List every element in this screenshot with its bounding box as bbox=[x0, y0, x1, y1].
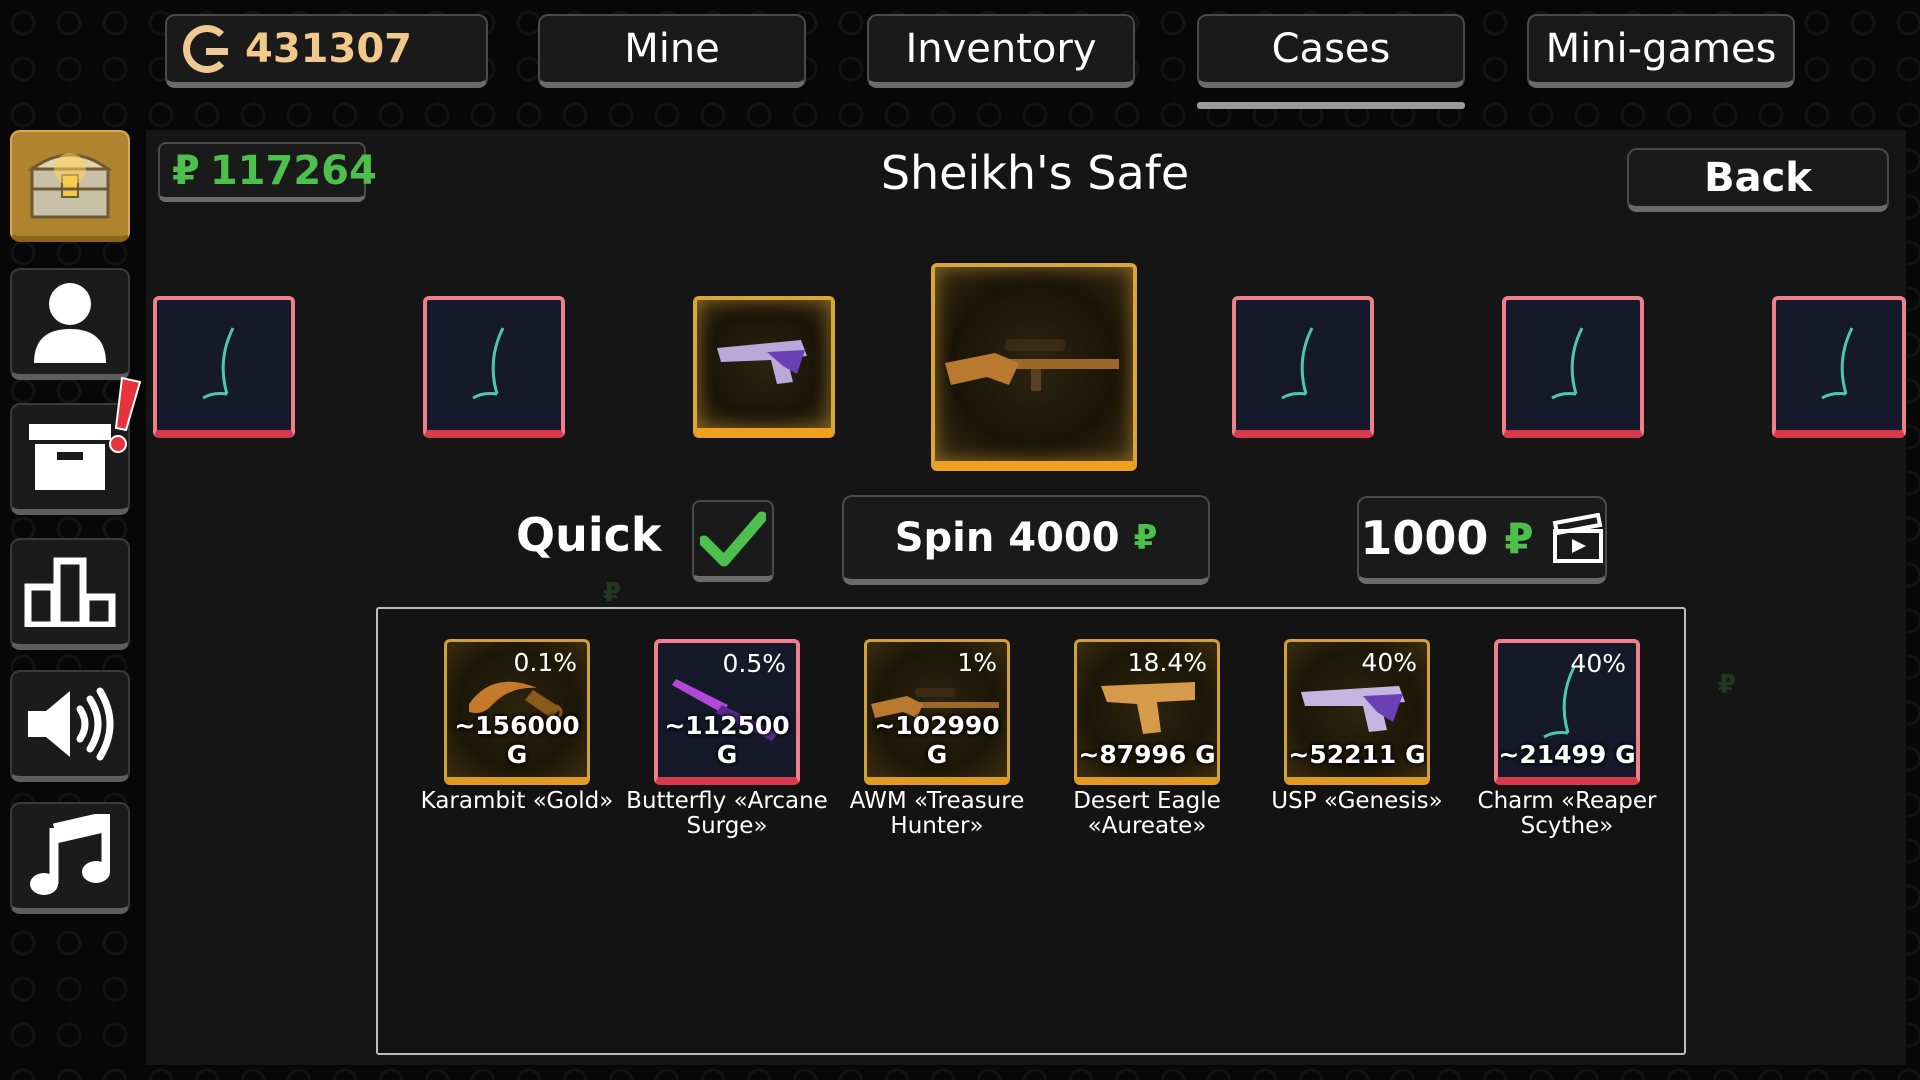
sniper-rifle-icon bbox=[945, 339, 1119, 391]
scythe-charm-icon bbox=[472, 327, 505, 400]
drop-price: ~21499 G bbox=[1498, 740, 1636, 769]
drop-price: ~102990 G bbox=[867, 711, 1007, 769]
checkmark-icon bbox=[700, 511, 766, 567]
p-currency-icon: ₽ bbox=[1504, 513, 1534, 563]
drop-price: ~156000 G bbox=[447, 711, 587, 769]
g-currency-icon: G bbox=[716, 740, 738, 769]
drop-name: Butterfly «Arcane Surge» bbox=[626, 788, 828, 839]
drop-price: ~87996 G bbox=[1077, 740, 1217, 769]
ad-reward-amount: 1000 bbox=[1360, 511, 1489, 565]
drop-chance: 0.1% bbox=[513, 648, 577, 677]
clapperboard-icon bbox=[1552, 513, 1603, 563]
crate-icon bbox=[29, 424, 111, 490]
leaderboard-icon bbox=[24, 557, 116, 627]
drop-card: 0.5% ~112500 G bbox=[654, 639, 800, 785]
drop-card: 1% ~102990 G bbox=[864, 639, 1010, 785]
pistol-icon bbox=[717, 340, 807, 384]
case-contents: 0.1% ~156000 G Karambit «Gold» 0.5% ~112… bbox=[376, 607, 1686, 1055]
drop-price-value: ~52211 bbox=[1288, 740, 1397, 769]
drop-price: ~52211 G bbox=[1287, 740, 1427, 769]
sidebar-item-profile[interactable] bbox=[10, 268, 130, 380]
sound-icon bbox=[28, 687, 114, 761]
p-currency-icon: ₽ bbox=[172, 147, 200, 194]
profile-icon bbox=[34, 283, 106, 363]
quick-checkbox[interactable] bbox=[692, 500, 774, 582]
reel-item bbox=[1502, 296, 1644, 438]
drop-card: 0.1% ~156000 G bbox=[444, 639, 590, 785]
background-currency-symbol: ₽ bbox=[603, 578, 622, 608]
sidebar-item-cases[interactable] bbox=[10, 130, 130, 242]
drop-card: 18.4% ~87996 G bbox=[1074, 639, 1220, 785]
drop-item[interactable]: 0.5% ~112500 G Butterfly «Arcane Surge» bbox=[622, 639, 832, 839]
back-button-label: Back bbox=[1704, 155, 1812, 201]
g-balance: 431307 bbox=[165, 14, 488, 88]
back-button[interactable]: Back bbox=[1627, 148, 1889, 212]
quick-label: Quick bbox=[516, 508, 662, 562]
tab-inventory[interactable]: Inventory bbox=[867, 14, 1135, 88]
g-currency-icon: G bbox=[1195, 740, 1216, 769]
reel-item bbox=[153, 296, 295, 438]
scythe-charm-icon bbox=[1821, 327, 1854, 400]
drop-name: AWM «Treasure Hunter» bbox=[849, 788, 1025, 839]
reel-item-selected bbox=[931, 263, 1137, 471]
g-currency-icon: G bbox=[1405, 740, 1426, 769]
drop-name: Karambit «Gold» bbox=[420, 788, 614, 814]
g-currency-icon: G bbox=[1615, 740, 1636, 769]
scythe-charm-icon bbox=[1281, 327, 1314, 400]
scythe-charm-icon bbox=[202, 327, 235, 400]
p-balance: ₽ 117264 bbox=[158, 142, 377, 202]
reel-item bbox=[693, 296, 835, 438]
notification-alert-icon bbox=[109, 376, 142, 453]
tab-mine[interactable]: Mine bbox=[538, 14, 806, 88]
drop-price-value: ~21499 bbox=[1498, 740, 1607, 769]
drop-item[interactable]: 18.4% ~87996 G Desert Eagle «Aureate» bbox=[1042, 639, 1252, 839]
watch-ad-button[interactable]: 1000 ₽ bbox=[1357, 496, 1607, 584]
background-currency-symbol: ₽ bbox=[1718, 670, 1737, 700]
drop-chance: 40% bbox=[1570, 649, 1626, 678]
sidebar-item-music[interactable] bbox=[10, 802, 130, 914]
drop-price-value: ~112500 bbox=[664, 711, 790, 740]
drop-chance: 0.5% bbox=[722, 649, 786, 678]
drop-chance: 18.4% bbox=[1127, 648, 1207, 677]
reel-item bbox=[1772, 296, 1906, 438]
treasure-chest-icon bbox=[27, 153, 113, 219]
drop-price-value: ~87996 bbox=[1078, 740, 1187, 769]
p-currency-icon: ₽ bbox=[1133, 518, 1158, 558]
g-currency-icon: G bbox=[926, 740, 948, 769]
drop-chance: 1% bbox=[957, 648, 997, 677]
music-icon bbox=[30, 814, 110, 895]
tab-mini-games[interactable]: Mini-games bbox=[1527, 14, 1795, 88]
tab-mine-label: Mine bbox=[624, 26, 720, 72]
drop-name: Charm «Reaper Scythe» bbox=[1477, 788, 1657, 839]
drop-item[interactable]: 40% ~21499 G Charm «Reaper Scythe» bbox=[1462, 639, 1672, 839]
tab-mini-games-label: Mini-games bbox=[1545, 26, 1777, 72]
reel-item bbox=[1232, 296, 1374, 438]
scythe-charm-icon bbox=[1551, 327, 1584, 400]
drop-item[interactable]: 40% ~52211 G USP «Genesis» bbox=[1252, 639, 1462, 814]
tab-cases-label: Cases bbox=[1271, 26, 1391, 72]
spin-button-label: Spin 4000 bbox=[894, 515, 1120, 561]
drop-item[interactable]: 1% ~102990 G AWM «Treasure Hunter» bbox=[832, 639, 1042, 839]
drop-name: Desert Eagle «Aureate» bbox=[1073, 788, 1221, 839]
drop-price-value: ~156000 bbox=[454, 711, 580, 740]
tab-cases[interactable]: Cases bbox=[1197, 14, 1465, 88]
drop-item[interactable]: 0.1% ~156000 G Karambit «Gold» bbox=[412, 639, 622, 814]
drop-card: 40% ~21499 G bbox=[1494, 639, 1640, 785]
drop-price-value: ~102990 bbox=[874, 711, 1000, 740]
g-balance-value: 431307 bbox=[245, 26, 412, 72]
drop-chance: 40% bbox=[1361, 648, 1417, 677]
reel-item bbox=[423, 296, 565, 438]
drop-name: USP «Genesis» bbox=[1271, 788, 1443, 814]
g-currency-icon: G bbox=[506, 740, 528, 769]
spin-button[interactable]: Spin 4000 ₽ bbox=[842, 495, 1210, 585]
active-tab-indicator bbox=[1197, 102, 1465, 109]
sidebar-item-leaderboard[interactable] bbox=[10, 538, 130, 650]
sidebar-item-sound[interactable] bbox=[10, 670, 130, 782]
tab-inventory-label: Inventory bbox=[905, 26, 1097, 72]
p-balance-value: 117264 bbox=[209, 147, 377, 194]
drop-price: ~112500 G bbox=[658, 711, 796, 769]
g-currency-icon bbox=[183, 25, 231, 73]
drop-card: 40% ~52211 G bbox=[1284, 639, 1430, 785]
case-title: Sheikh's Safe bbox=[880, 146, 1190, 200]
